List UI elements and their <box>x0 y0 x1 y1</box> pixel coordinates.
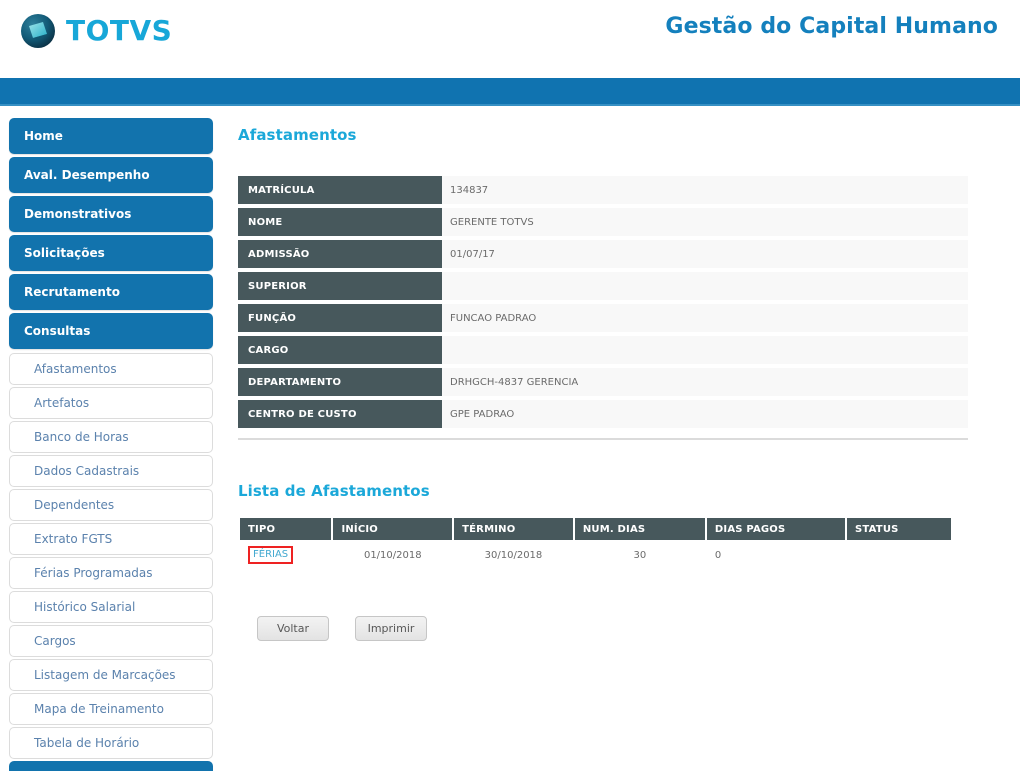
brand-logo[interactable]: TOTVS <box>20 13 172 49</box>
info-value: DRHGCH-4837 GERENCIA <box>442 368 968 396</box>
sidebar-subitem-dependentes[interactable]: Dependentes <box>9 489 213 521</box>
table-row: FÉRIAS 01/10/2018 30/10/2018 30 0 <box>240 540 951 570</box>
info-row: MATRÍCULA 134837 <box>238 176 968 204</box>
list-section-header: Lista de Afastamentos <box>238 482 998 500</box>
info-row: NOME GERENTE TOTVS <box>238 208 968 236</box>
info-value: GERENTE TOTVS <box>442 208 968 236</box>
column-header-t-rmino[interactable]: TÉRMINO <box>454 518 573 540</box>
sidebar-subitem-hist-rico-salarial[interactable]: Histórico Salarial <box>9 591 213 623</box>
employee-info-table: MATRÍCULA 134837 NOME GERENTE TOTVS ADMISSÃO… <box>238 172 968 432</box>
sidebar-subitem-banco-de-horas[interactable]: Banco de Horas <box>9 421 213 453</box>
info-label: ADMISSÃO <box>238 240 442 268</box>
sidebar-subitem-artefatos[interactable]: Artefatos <box>9 387 213 419</box>
form-actions: Voltar Imprimir <box>257 616 998 641</box>
sidebar-item-home[interactable]: Home <box>9 118 213 154</box>
info-row: FUNÇÃO FUNCAO PADRAO <box>238 304 968 332</box>
cell-dias-pagos: 0 <box>714 549 722 561</box>
cell-num-dias: 30 <box>633 549 647 561</box>
sidebar-nav: Home Aval. Desempenho Demonstrativos Solici… <box>9 118 213 771</box>
page-app-title: Gestão do Capital Humano <box>665 14 998 39</box>
cell-tipo: FÉRIAS <box>240 540 331 570</box>
sidebar-item-solicita-es[interactable]: Solicitações <box>9 235 213 271</box>
sidebar-subitem-mapa-de-treinamento[interactable]: Mapa de Treinamento <box>9 693 213 725</box>
sidebar-item-aval-desempenho[interactable]: Aval. Desempenho <box>9 157 213 193</box>
info-row: SUPERIOR <box>238 272 968 300</box>
cell-termino: 30/10/2018 <box>484 549 543 561</box>
info-label: DEPARTAMENTO <box>238 368 442 396</box>
sidebar-main-group: Home Aval. Desempenho Demonstrativos Solici… <box>9 118 213 349</box>
column-header-tipo[interactable]: TIPO <box>240 518 332 540</box>
table-header-row: TIPO INÍCIO TÉRMINO NUM. DIAS DIAS PAGOS STAT… <box>240 518 951 540</box>
totvs-globe-icon <box>20 13 56 49</box>
column-header-in-cio[interactable]: INÍCIO <box>333 518 453 540</box>
info-row: CARGO <box>238 336 968 364</box>
info-row: CENTRO DE CUSTO GPE PADRAO <box>238 400 968 428</box>
column-header-num-dias[interactable]: NUM. DIAS <box>574 518 705 540</box>
header-accent-band <box>0 78 1020 106</box>
print-button[interactable]: Imprimir <box>355 616 427 641</box>
sidebar-item-demonstrativos[interactable]: Demonstrativos <box>9 196 213 232</box>
sidebar-subitem-extrato-fgts[interactable]: Extrato FGTS <box>9 523 213 555</box>
main-content: Afastamentos MATRÍCULA 134837 NOME GERENTE … <box>238 118 998 641</box>
sidebar-subitem-f-rias-programadas[interactable]: Férias Programadas <box>9 557 213 589</box>
back-button[interactable]: Voltar <box>257 616 329 641</box>
section-divider <box>238 438 968 440</box>
cell-status <box>847 540 951 570</box>
sidebar-sub-group: Afastamentos Artefatos Banco de Horas Dados… <box>9 353 213 759</box>
afastamentos-table: TIPO INÍCIO TÉRMINO NUM. DIAS DIAS PAGOS STAT… <box>238 518 953 570</box>
info-value: FUNCAO PADRAO <box>442 304 968 332</box>
sidebar-footer-bar <box>9 761 213 771</box>
column-header-dias-pagos[interactable]: DIAS PAGOS <box>706 518 845 540</box>
sidebar-subitem-dados-cadastrais[interactable]: Dados Cadastrais <box>9 455 213 487</box>
app-header: TOTVS Gestão do Capital Humano <box>0 0 1020 70</box>
info-value <box>442 336 968 364</box>
info-value <box>442 272 968 300</box>
list-title: Lista de Afastamentos <box>238 482 430 500</box>
info-value: GPE PADRAO <box>442 400 968 428</box>
brand-name: TOTVS <box>66 14 173 47</box>
column-header-status[interactable]: STATUS <box>847 518 951 540</box>
info-label: CENTRO DE CUSTO <box>238 400 442 428</box>
info-label: CARGO <box>238 336 442 364</box>
info-value: 01/07/17 <box>442 240 968 268</box>
sidebar-subitem-listagem-de-marca-es[interactable]: Listagem de Marcações <box>9 659 213 691</box>
info-label: MATRÍCULA <box>238 176 442 204</box>
cell-inicio: 01/10/2018 <box>363 549 422 561</box>
sidebar-item-recrutamento[interactable]: Recrutamento <box>9 274 213 310</box>
info-label: SUPERIOR <box>238 272 442 300</box>
afastamento-type-link[interactable]: FÉRIAS <box>248 546 294 564</box>
info-label: NOME <box>238 208 442 236</box>
sidebar-subitem-tabela-de-hor-rio[interactable]: Tabela de Horário <box>9 727 213 759</box>
sidebar-subitem-afastamentos[interactable]: Afastamentos <box>9 353 213 385</box>
info-row: DEPARTAMENTO DRHGCH-4837 GERENCIA <box>238 368 968 396</box>
sidebar-subitem-cargos[interactable]: Cargos <box>9 625 213 657</box>
info-row: ADMISSÃO 01/07/17 <box>238 240 968 268</box>
info-value: 134837 <box>442 176 968 204</box>
page-title: Afastamentos <box>238 126 357 144</box>
sidebar-item-consultas[interactable]: Consultas <box>9 313 213 349</box>
info-label: FUNÇÃO <box>238 304 442 332</box>
